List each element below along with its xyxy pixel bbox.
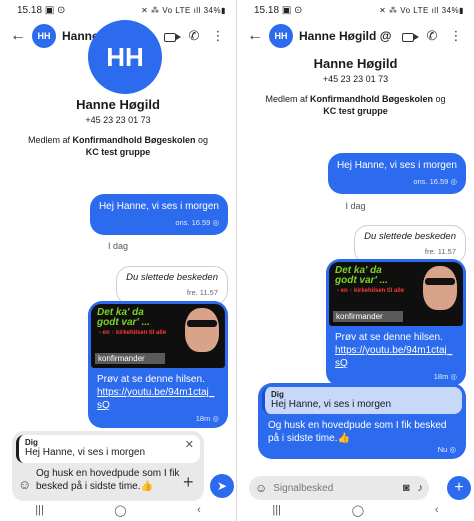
add-attachment-icon[interactable]: + xyxy=(183,472,194,493)
message-meta: 18m ◎ xyxy=(195,414,219,423)
message-meta: Nu ◎ xyxy=(437,445,456,454)
send-button[interactable]: ➤ xyxy=(210,474,234,498)
back-arrow-icon[interactable]: ← xyxy=(10,27,32,45)
back-nav-icon[interactable]: ‹ xyxy=(197,504,201,516)
message-meta: ons. 16.59 ◎ xyxy=(413,177,457,186)
message-time: fre. 11.57 xyxy=(424,247,456,256)
youtube-link[interactable]: https://youtu.be/94m1ctaj_sQ xyxy=(335,344,457,370)
contact-name: Hanne Høgild xyxy=(76,97,160,112)
status-bar: 15.18 ▣ ⊙ ✕ ⁂ Vo LTE ıll 34%▮ xyxy=(0,0,236,20)
video-call-icon[interactable] xyxy=(158,29,182,44)
video-call-icon[interactable] xyxy=(396,29,420,44)
clock: 15.18 xyxy=(17,4,43,16)
input-placeholder: Signalbesked xyxy=(273,482,334,494)
more-vert-icon[interactable]: ⋮ xyxy=(206,28,230,44)
recents-icon[interactable]: ||| xyxy=(272,504,281,516)
microphone-icon[interactable]: ♪ xyxy=(418,482,424,494)
conversation-header: ← HH Hanne Høgild @ ✆ ⋮ xyxy=(237,20,474,52)
message-input[interactable]: ☺ Signalbesked ◙ ♪ xyxy=(249,476,429,500)
camera-icon[interactable]: ◙ xyxy=(403,482,410,494)
delivered-icon: ◎ xyxy=(449,445,456,454)
person-image xyxy=(185,308,219,352)
status-notification-icons: ▣ ⊙ xyxy=(281,4,303,16)
day-divider: I dag xyxy=(345,201,366,211)
message-media[interactable]: Det ka' da godt var' ... - en ↑ kirkehils… xyxy=(326,259,466,386)
message-text: Hej Hanne, vi ses i morgen xyxy=(336,160,457,171)
video-thumbnail[interactable]: Det ka' da godt var' ... - en ↑ kirkehils… xyxy=(329,262,463,326)
quoted-message[interactable]: Dig Hej Hanne, vi ses i morgen xyxy=(262,387,462,414)
message-meta: ons. 16.59 ◎ xyxy=(175,218,219,227)
delivered-icon: ◎ xyxy=(450,177,457,186)
conversation-title[interactable]: Hanne Høgild @ xyxy=(299,29,396,43)
contact-name: Hanne Høgild xyxy=(313,56,398,71)
message-text: Og husk en hovedpude som I fik besked på… xyxy=(268,420,447,444)
youtube-link[interactable]: https://youtu.be/94m1ctaj_sQ xyxy=(97,386,219,412)
delivered-icon: ◎ xyxy=(212,414,219,423)
home-icon[interactable]: ◯ xyxy=(352,504,364,517)
composer-with-quote[interactable]: Dig Hej Hanne, vi ses i morgen ✕ ☺ Og hu… xyxy=(12,431,204,501)
recents-icon[interactable]: ||| xyxy=(35,504,44,516)
status-bar: 15.18 ▣ ⊙ ✕ ⁂ Vo LTE ıll 34%▮ xyxy=(237,0,474,20)
phone-icon[interactable]: ✆ xyxy=(182,28,206,44)
android-nav-bar: ||| ◯ ‹ xyxy=(237,499,474,521)
message-outgoing[interactable]: Hej Hanne, vi ses i morgen ons. 16.59 ◎ xyxy=(327,153,466,194)
message-text: Hej Hanne, vi ses i morgen xyxy=(98,201,219,212)
clock: 15.18 xyxy=(254,4,280,16)
message-input[interactable]: Og husk en hovedpude som I fik besked på… xyxy=(36,467,198,493)
message-outgoing[interactable]: Hej Hanne, vi ses i morgen ons. 16.59 ◎ xyxy=(89,194,228,235)
contact-avatar-large[interactable]: HH xyxy=(88,20,162,94)
deleted-text: Du slettede beskeden xyxy=(364,231,456,242)
phone-screen-right: 15.18 ▣ ⊙ ✕ ⁂ Vo LTE ıll 34%▮ ← HH Hanne… xyxy=(237,0,474,521)
status-notification-icons: ▣ ⊙ xyxy=(44,4,66,16)
add-attachment-button[interactable]: + xyxy=(447,476,471,500)
close-icon[interactable]: ✕ xyxy=(185,438,194,451)
status-system-icons: ✕ ⁂ Vo LTE ıll 34%▮ xyxy=(141,5,226,15)
message-time: fre. 11.57 xyxy=(186,288,218,297)
person-image xyxy=(423,266,457,310)
message-media[interactable]: Det ka' da godt var' ... - en ↑ kirkehils… xyxy=(88,301,228,428)
avatar[interactable]: HH xyxy=(269,24,293,48)
emoji-icon[interactable]: ☺ xyxy=(255,481,267,495)
message-text: Prøv at se denne hilsen. xyxy=(335,332,443,343)
contact-phone: +45 23 23 01 73 xyxy=(85,115,151,125)
delivered-icon: ◎ xyxy=(450,372,457,381)
video-thumbnail[interactable]: Det ka' da godt var' ... - en ↑ kirkehils… xyxy=(91,304,225,368)
back-nav-icon[interactable]: ‹ xyxy=(435,504,439,516)
status-system-icons: ✕ ⁂ Vo LTE ıll 34%▮ xyxy=(379,5,464,15)
emoji-icon[interactable]: ☺ xyxy=(18,477,31,492)
delivered-icon: ◎ xyxy=(212,218,219,227)
contact-groups: Medlem af Konfirmandhold Bøgeskolen og KC… xyxy=(265,94,446,116)
home-icon[interactable]: ◯ xyxy=(114,504,126,517)
quoted-message: Dig Hej Hanne, vi ses i morgen ✕ xyxy=(16,435,200,463)
more-vert-icon[interactable]: ⋮ xyxy=(444,28,468,44)
message-deleted[interactable]: Du slettede beskeden fre. 11.57 xyxy=(116,266,228,305)
phone-icon[interactable]: ✆ xyxy=(420,28,444,44)
phone-screen-left: 15.18 ▣ ⊙ ✕ ⁂ Vo LTE ıll 34%▮ ← HH Hanne… xyxy=(0,0,237,521)
message-text: Prøv at se denne hilsen. xyxy=(97,374,205,385)
avatar[interactable]: HH xyxy=(32,24,56,48)
message-reply[interactable]: Dig Hej Hanne, vi ses i morgen Og husk e… xyxy=(258,383,466,459)
deleted-text: Du slettede beskeden xyxy=(126,272,218,283)
contact-phone: +45 23 23 01 73 xyxy=(322,74,389,84)
android-nav-bar: ||| ◯ ‹ xyxy=(0,499,236,521)
back-arrow-icon[interactable]: ← xyxy=(247,27,269,45)
day-divider: I dag xyxy=(107,241,129,251)
contact-groups: Medlem af Konfirmandhold Bøgeskolen og KC… xyxy=(27,135,209,157)
